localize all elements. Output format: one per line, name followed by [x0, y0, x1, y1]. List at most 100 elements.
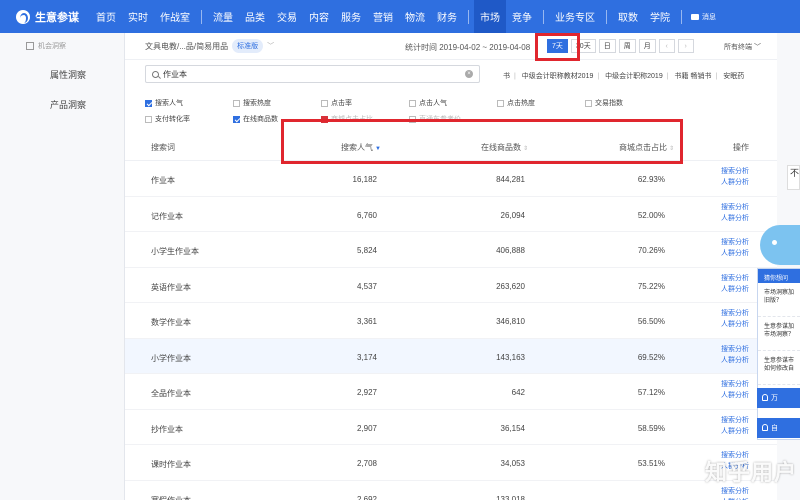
cell-products: 143,163 [496, 352, 525, 362]
row-actions: 搜索分析人群分析 [721, 379, 749, 401]
checkbox-icon [321, 99, 328, 107]
main-panel: 文具电教/...品/简易用品 标准版 ﹀ 统计时间 2019-04-02 ~ 2… [125, 33, 777, 500]
nav-market[interactable]: 市场 [474, 0, 506, 33]
suggestion-item[interactable]: 中级会计职称2019 [605, 73, 663, 80]
crowd-analysis-link[interactable]: 人群分析 [721, 428, 749, 435]
period-30d-button[interactable]: 30天 [570, 39, 596, 53]
checkbox-icon [145, 115, 152, 123]
metric-checkbox[interactable]: 点击率 [321, 98, 352, 108]
period-day-button[interactable]: 日 [598, 39, 616, 53]
metric-label: 搜索人气 [155, 100, 183, 107]
cell-mall-ratio: 69.52% [637, 352, 665, 362]
suggestion-item[interactable]: 中级会计职称教材2019 [522, 73, 594, 80]
metric-checkbox[interactable]: 点击热度 [497, 98, 535, 108]
search-analysis-link[interactable]: 搜索分析 [721, 275, 749, 282]
help-question[interactable]: 市场洞察加 旧版？ [758, 283, 800, 317]
crowd-analysis-link[interactable]: 人群分析 [721, 286, 749, 293]
cell-keyword: 小学作业本 [151, 353, 191, 363]
row-actions: 搜索分析人群分析 [721, 202, 749, 224]
prev-period-icon[interactable]: ‹ [658, 39, 675, 53]
nav-business-zone[interactable]: 业务专区 [549, 0, 601, 33]
crowd-analysis-link[interactable]: 人群分析 [721, 357, 749, 364]
metric-checkbox[interactable]: 商城点击占比 [321, 114, 373, 124]
suggestion-item[interactable]: 书 [503, 73, 510, 80]
metric-checkbox[interactable]: 搜索热度 [233, 98, 271, 108]
edition-badge: 标准版 [232, 39, 264, 53]
help-question[interactable]: 生意参谋加 市场洞察？ [758, 317, 800, 351]
cell-products: 34,053 [500, 459, 525, 468]
search-analysis-link[interactable]: 搜索分析 [721, 310, 749, 317]
suggestion-item[interactable]: 书籍 畅销书 [675, 73, 712, 80]
next-period-icon[interactable]: › [677, 39, 694, 53]
help-question[interactable]: 生意参谋市 如何修改自 [758, 351, 800, 385]
cell-products: 26,094 [500, 210, 525, 220]
terminal-select-label: 所有终端 [724, 44, 753, 51]
metric-label: 点击人气 [419, 100, 447, 107]
metric-label: 支付转化率 [155, 116, 190, 123]
col-mall-ratio[interactable]: 商城点击占比 ⇕ [619, 142, 674, 153]
nav-traffic[interactable]: 流量 [207, 0, 239, 33]
suggestion-item[interactable]: 安眠药 [723, 73, 744, 80]
sidebar-item-product-insight[interactable]: 产品洞察 [0, 98, 124, 111]
metric-checkbox[interactable]: 交易指数 [585, 98, 623, 108]
period-week-button[interactable]: 周 [618, 39, 636, 53]
nav-marketing[interactable]: 营销 [367, 0, 399, 33]
terminal-select[interactable]: 所有终端 ﹀ [724, 42, 761, 52]
period-7d-button[interactable]: 7天 [547, 39, 568, 53]
category-breadcrumb[interactable]: 文具电教/...品/简易用品 [145, 41, 228, 52]
metric-checkbox[interactable]: 搜索人气 [145, 98, 183, 108]
cell-popularity: 5,824 [356, 246, 377, 255]
cell-popularity: 2,907 [356, 423, 377, 433]
period-month-button[interactable]: 月 [638, 39, 656, 53]
nav-content[interactable]: 内容 [303, 0, 335, 33]
nav-home[interactable]: 首页 [90, 0, 122, 33]
table-row: 全品作业本 2,927 642 57.12% 搜索分析 人群分析 [125, 374, 777, 410]
sidebar-item-attribute-insight[interactable]: 属性洞察 [0, 68, 124, 81]
nav-category[interactable]: 品类 [239, 0, 271, 33]
cell-mall-ratio: 75.22% [637, 281, 665, 291]
assistant-robot-icon[interactable] [760, 225, 800, 265]
crowd-analysis-link[interactable]: 人群分析 [721, 250, 749, 257]
metric-label: 交易指数 [595, 100, 623, 107]
crowd-analysis-link[interactable]: 人群分析 [721, 392, 749, 399]
help-bar-notify[interactable]: 万 [757, 388, 800, 408]
search-analysis-link[interactable]: 搜索分析 [721, 488, 749, 495]
search-analysis-link[interactable]: 搜索分析 [721, 168, 749, 175]
help-bar-chat[interactable]: 自 [757, 418, 800, 438]
crowd-analysis-link[interactable]: 人群分析 [721, 321, 749, 328]
search-input[interactable] [163, 69, 463, 79]
messages-button[interactable]: 消息 [691, 12, 716, 22]
brand[interactable]: 生意参谋 [0, 0, 90, 33]
table-row: 小学作业本 3,174 143,163 69.52% 搜索分析 人群分析 [125, 338, 777, 374]
nav-logistics[interactable]: 物流 [399, 0, 431, 33]
search-analysis-link[interactable]: 搜索分析 [721, 381, 749, 388]
table-row: 抄作业本 2,907 36,154 58.59% 搜索分析 人群分析 [125, 410, 777, 445]
search-analysis-link[interactable]: 搜索分析 [721, 204, 749, 211]
chevron-down-icon[interactable]: ﹀ [267, 41, 274, 51]
cell-popularity: 4,537 [356, 281, 377, 291]
nav-service[interactable]: 服务 [335, 0, 367, 33]
clear-icon[interactable]: × [465, 70, 473, 78]
metric-checkbox[interactable]: 在线商品数 [233, 114, 278, 124]
nav-trade[interactable]: 交易 [271, 0, 303, 33]
crowd-analysis-link[interactable]: 人群分析 [721, 215, 749, 222]
metric-checkbox[interactable]: 直通车参考价 [409, 114, 461, 124]
metric-checkbox[interactable]: 点击人气 [409, 98, 447, 108]
metric-checkbox[interactable]: 支付转化率 [145, 114, 190, 124]
crowd-analysis-link[interactable]: 人群分析 [721, 179, 749, 186]
search-analysis-link[interactable]: 搜索分析 [721, 417, 749, 424]
nav-competition[interactable]: 竞争 [506, 0, 538, 33]
search-analysis-link[interactable]: 搜索分析 [721, 239, 749, 246]
col-products[interactable]: 在线商品数 ⇕ [481, 142, 528, 153]
col-popularity[interactable]: 搜索人气 ▼ [341, 142, 381, 153]
suggestion-list: 书 | 中级会计职称教材2019 | 中级会计职称2019 | 书籍 畅销书 | 安眠药 [503, 73, 745, 80]
nav-finance[interactable]: 财务 [431, 0, 463, 33]
right-card[interactable]: 不 [787, 165, 800, 190]
cell-popularity: 16,182 [352, 175, 377, 184]
nav-academy[interactable]: 学院 [644, 0, 676, 33]
nav-war-room[interactable]: 作战室 [154, 0, 196, 33]
nav-realtime[interactable]: 实时 [122, 0, 154, 33]
search-analysis-link[interactable]: 搜索分析 [721, 346, 749, 353]
checkbox-checked-icon [145, 99, 152, 107]
nav-data-fetch[interactable]: 取数 [612, 0, 644, 33]
